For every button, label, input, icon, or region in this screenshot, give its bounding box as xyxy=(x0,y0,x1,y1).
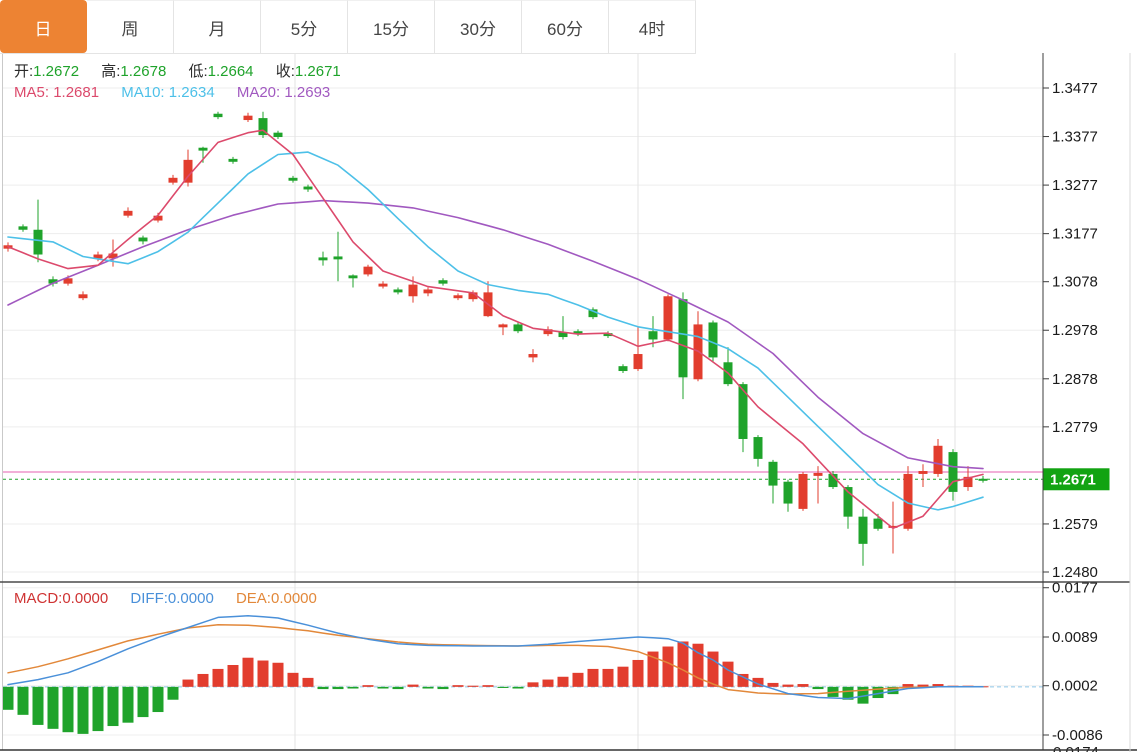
svg-text:1.2480: 1.2480 xyxy=(1052,564,1098,581)
current-price-tag: 1.2671 xyxy=(1044,468,1110,490)
macd-value: 0.0000 xyxy=(62,590,108,607)
dea-label: DEA: xyxy=(236,590,271,607)
close-value: 1.2671 xyxy=(295,63,341,80)
kline-macd-chart[interactable]: 1.3477 1.3377 1.3277 1.3177 1.3078 1.2978 1.28… xyxy=(0,0,1137,752)
high-value: 1.2678 xyxy=(120,63,166,80)
high-label: 高: xyxy=(101,63,120,80)
tab-4hour[interactable]: 4时 xyxy=(609,0,696,53)
tab-30min[interactable]: 30分 xyxy=(435,0,522,53)
svg-text:1.3078: 1.3078 xyxy=(1052,274,1098,291)
ma10-label: MA10: xyxy=(121,84,164,101)
ma20-value: 1.2693 xyxy=(284,84,330,101)
low-label: 低: xyxy=(188,63,207,80)
ma10-value: 1.2634 xyxy=(169,84,215,101)
tab-day[interactable]: 日 xyxy=(0,0,87,53)
svg-text:1.3177: 1.3177 xyxy=(1052,226,1098,243)
tab-week[interactable]: 周 xyxy=(87,0,174,53)
ohlc-readout: 开:1.2672 高:1.2678 低:1.2664 收:1.2671 xyxy=(14,60,359,81)
tab-60min[interactable]: 60分 xyxy=(522,0,609,53)
svg-text:1.2978: 1.2978 xyxy=(1052,322,1098,339)
macd-label: MACD: xyxy=(14,590,62,607)
svg-text:-0.0086: -0.0086 xyxy=(1052,727,1103,744)
svg-text:1.2671: 1.2671 xyxy=(1050,471,1096,488)
ma5-label: MA5: xyxy=(14,84,49,101)
macd-readout: MACD:0.0000 DIFF:0.0000 DEA:0.0000 xyxy=(14,590,335,607)
tab-5min[interactable]: 5分 xyxy=(261,0,348,53)
svg-text:1.3477: 1.3477 xyxy=(1052,80,1098,97)
svg-text:1.2878: 1.2878 xyxy=(1052,371,1098,388)
svg-text:1.2779: 1.2779 xyxy=(1052,419,1098,436)
timeframe-tabbar: 日 周 月 5分 15分 30分 60分 4时 xyxy=(0,0,696,54)
svg-text:0.0089: 0.0089 xyxy=(1052,629,1098,646)
svg-text:1.2579: 1.2579 xyxy=(1052,516,1098,533)
svg-text:0.0002: 0.0002 xyxy=(1052,678,1098,695)
ma-readout: MA5: 1.2681 MA10: 1.2634 MA20: 1.2693 xyxy=(14,84,348,101)
dea-value: 0.0000 xyxy=(271,590,317,607)
tab-15min[interactable]: 15分 xyxy=(348,0,435,53)
ma20-label: MA20: xyxy=(237,84,280,101)
ma5-value: 1.2681 xyxy=(53,84,99,101)
open-label: 开: xyxy=(14,63,33,80)
svg-text:-0.0174: -0.0174 xyxy=(1048,744,1099,752)
open-value: 1.2672 xyxy=(33,63,79,80)
tab-month[interactable]: 月 xyxy=(174,0,261,53)
svg-text:1.3277: 1.3277 xyxy=(1052,177,1098,194)
diff-value: 0.0000 xyxy=(168,590,214,607)
close-label: 收: xyxy=(276,63,295,80)
chart-window: 1.3477 1.3377 1.3277 1.3177 1.3078 1.2978 1.28… xyxy=(0,0,1137,752)
low-value: 1.2664 xyxy=(208,63,254,80)
svg-text:1.3377: 1.3377 xyxy=(1052,129,1098,146)
diff-label: DIFF: xyxy=(130,590,168,607)
